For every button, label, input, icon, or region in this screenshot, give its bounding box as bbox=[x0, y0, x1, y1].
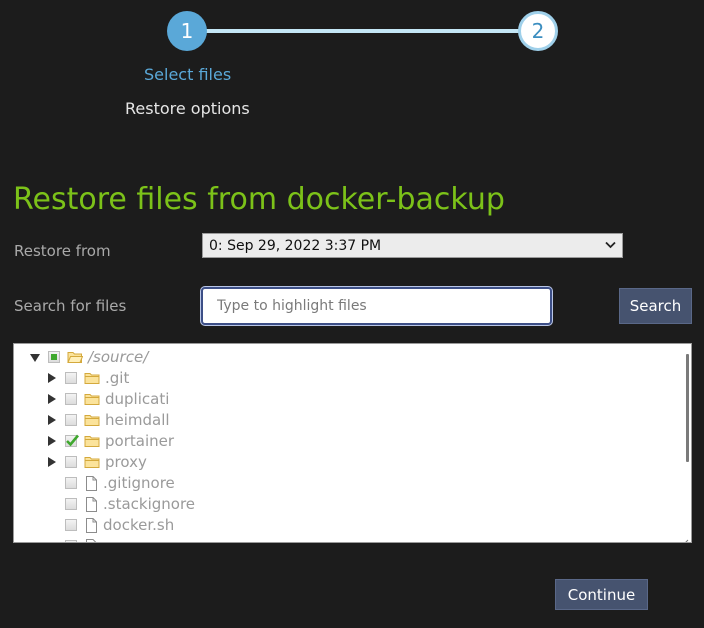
tree-checkbox[interactable] bbox=[65, 456, 77, 468]
tree-item-label[interactable]: .gitignore bbox=[103, 474, 175, 492]
file-icon bbox=[85, 538, 98, 542]
folder-icon bbox=[84, 434, 100, 448]
tree-scrollbar[interactable] bbox=[686, 354, 689, 462]
continue-button[interactable]: Continue bbox=[555, 579, 648, 610]
search-files-label: Search for files bbox=[14, 297, 127, 315]
tree-checkbox[interactable] bbox=[48, 351, 60, 363]
tree-item-label[interactable]: heimdall bbox=[105, 411, 170, 429]
tree-checkbox[interactable] bbox=[65, 540, 77, 542]
step-1-circle[interactable]: 1 bbox=[167, 11, 207, 51]
tree-item-label[interactable]: duplicati bbox=[105, 390, 169, 408]
tree-checkbox[interactable] bbox=[65, 393, 77, 405]
chevron-down-icon bbox=[605, 239, 616, 252]
folder-open-icon bbox=[67, 350, 84, 364]
tree-root-row[interactable]: /source/ bbox=[30, 347, 148, 367]
tree-item-label[interactable]: portainer bbox=[105, 432, 174, 450]
tree-checkbox[interactable] bbox=[65, 477, 77, 489]
expand-arrow-icon[interactable] bbox=[47, 436, 57, 446]
stepper-progress-line bbox=[188, 29, 538, 33]
tree-item-proxy[interactable]: proxy bbox=[47, 452, 147, 472]
folder-icon bbox=[84, 371, 100, 385]
tree-checkbox[interactable] bbox=[65, 519, 77, 531]
file-icon bbox=[85, 517, 98, 533]
step-2-label: Restore options bbox=[125, 99, 250, 118]
folder-icon bbox=[84, 392, 100, 406]
tree-checkbox[interactable] bbox=[65, 372, 77, 384]
step-1-label[interactable]: Select files bbox=[144, 65, 231, 84]
file-icon bbox=[85, 496, 98, 512]
tree-item-stackignore[interactable]: .stackignore bbox=[57, 494, 195, 514]
search-input[interactable] bbox=[201, 287, 552, 325]
tree-checkbox[interactable] bbox=[65, 414, 77, 426]
tree-item-portainer[interactable]: portainer bbox=[47, 431, 174, 451]
tree-item-label[interactable]: proxy bbox=[105, 453, 147, 471]
tree-item-git[interactable]: .git bbox=[47, 368, 129, 388]
file-tree[interactable]: /source/ .git duplicati heimdall portain… bbox=[13, 343, 692, 543]
page-title: Restore files from docker-backup bbox=[13, 182, 505, 217]
restore-version-select[interactable]: 0: Sep 29, 2022 3:37 PM bbox=[202, 233, 623, 258]
tree-item-duplicati[interactable]: duplicati bbox=[47, 389, 169, 409]
tree-item-label[interactable]: docker.sh bbox=[103, 516, 174, 534]
tree-checkbox[interactable] bbox=[65, 498, 77, 510]
collapse-arrow-icon[interactable] bbox=[30, 352, 40, 362]
folder-icon bbox=[84, 413, 100, 427]
search-button[interactable]: Search bbox=[619, 288, 692, 324]
tree-item-partial[interactable] bbox=[57, 536, 98, 542]
tree-item-label[interactable]: /source/ bbox=[88, 348, 148, 366]
expand-arrow-icon[interactable] bbox=[47, 457, 57, 467]
tree-item-label[interactable]: .git bbox=[105, 369, 129, 387]
step-2-circle[interactable]: 2 bbox=[518, 11, 558, 51]
file-icon bbox=[85, 475, 98, 491]
folder-icon bbox=[84, 455, 100, 469]
tree-item-gitignore[interactable]: .gitignore bbox=[57, 473, 175, 493]
tree-item-label[interactable]: .stackignore bbox=[103, 495, 195, 513]
restore-from-label: Restore from bbox=[14, 242, 111, 260]
tree-item-heimdall[interactable]: heimdall bbox=[47, 410, 170, 430]
tree-checkbox-checked[interactable] bbox=[65, 434, 79, 447]
restore-version-value: 0: Sep 29, 2022 3:37 PM bbox=[209, 237, 382, 254]
expand-arrow-icon[interactable] bbox=[47, 415, 57, 425]
expand-arrow-icon[interactable] bbox=[47, 394, 57, 404]
tree-item-docker-sh[interactable]: docker.sh bbox=[57, 515, 174, 535]
resize-handle-icon[interactable] bbox=[681, 532, 689, 542]
expand-arrow-icon[interactable] bbox=[47, 373, 57, 383]
